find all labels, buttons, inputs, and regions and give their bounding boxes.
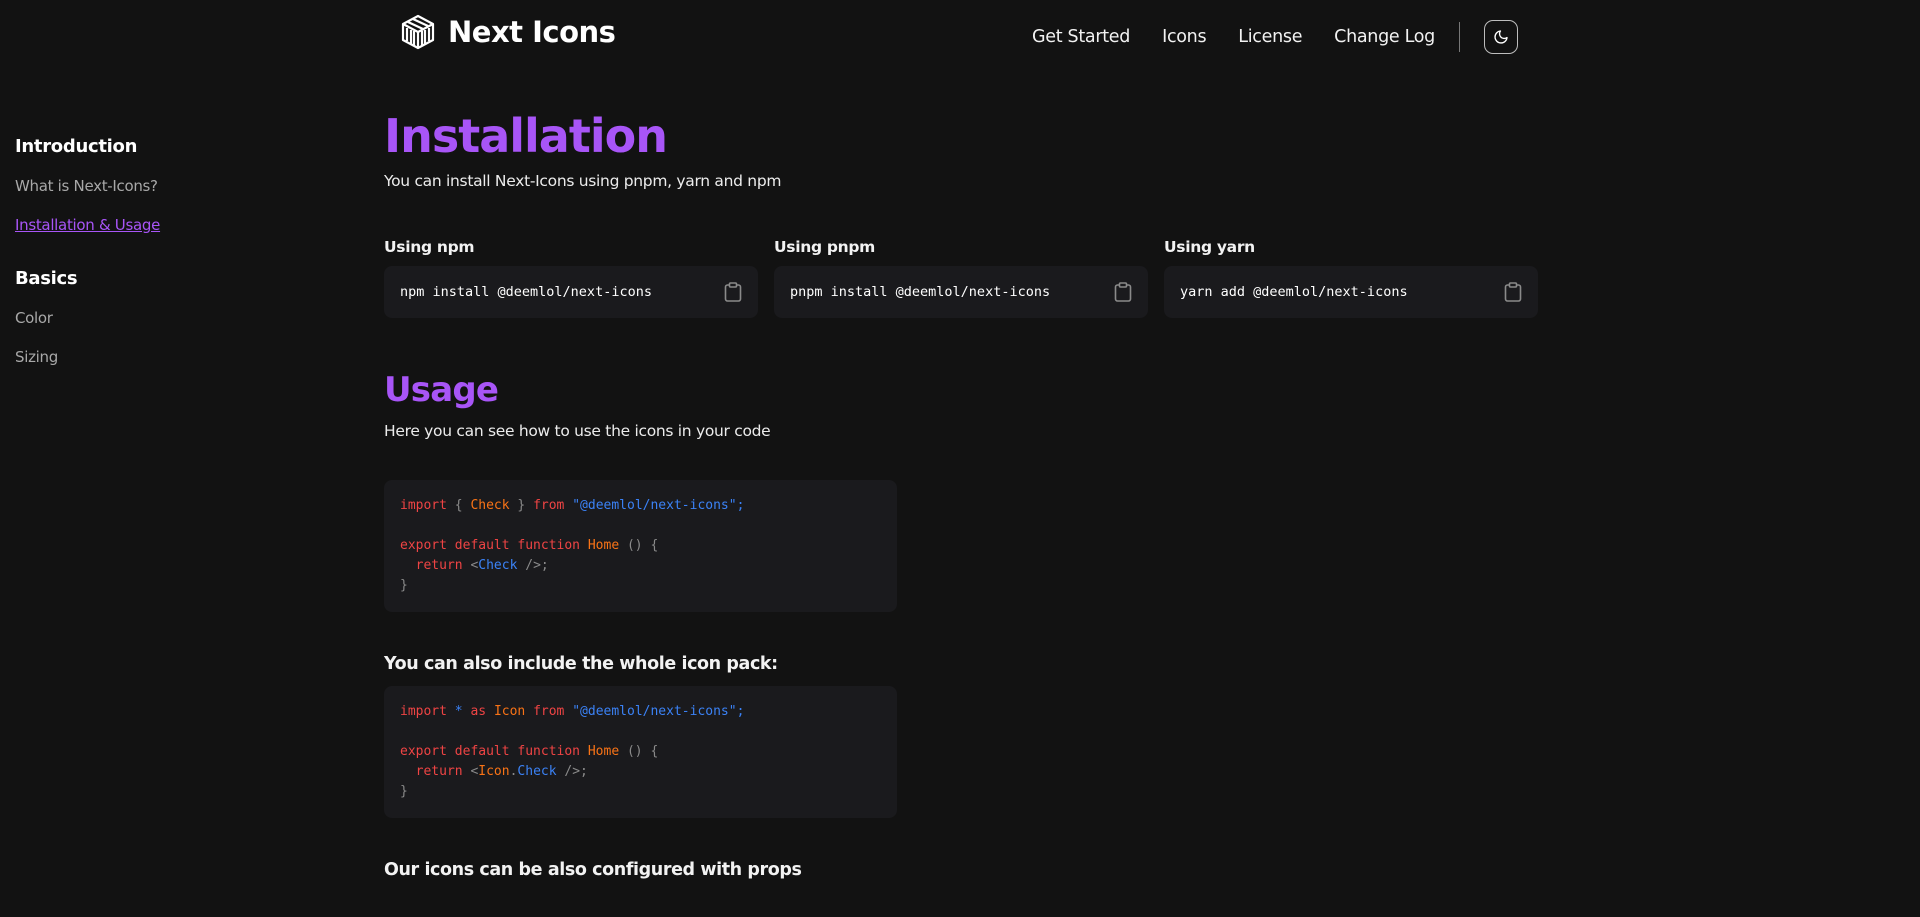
sidebar-item-sizing[interactable]: Sizing	[15, 348, 255, 366]
props-title: Our icons can be also configured with pr…	[384, 860, 802, 880]
code-block-named-import[interactable]: import { Check } from "@deemlol/next-ico…	[384, 480, 897, 612]
nav-divider	[1459, 22, 1460, 52]
top-header: Next Icons Get Started Icons License Cha…	[0, 0, 1920, 66]
docs-sidebar: Introduction What is Next-Icons? Install…	[15, 136, 255, 387]
command-text[interactable]: pnpm install @deemlol/next-icons	[790, 284, 1050, 300]
clipboard-icon[interactable]	[724, 282, 742, 302]
theme-toggle-button[interactable]	[1484, 20, 1518, 54]
install-label: Using yarn	[1164, 238, 1255, 256]
install-pnpm: Using pnpm pnpm install @deemlol/next-ic…	[774, 238, 1148, 318]
icon-pack-title: You can also include the whole icon pack…	[384, 654, 778, 674]
usage-lead: Here you can see how to use the icons in…	[384, 422, 771, 440]
main-content: Installation You can install Next-Icons …	[384, 108, 1540, 880]
nav-license[interactable]: License	[1238, 27, 1302, 47]
install-options: Using npm npm install @deemlol/next-icon…	[384, 238, 1540, 318]
page-lead: You can install Next-Icons using pnpm, y…	[384, 172, 782, 190]
install-label: Using npm	[384, 238, 475, 256]
moon-icon	[1494, 30, 1508, 44]
command-box: yarn add @deemlol/next-icons	[1164, 266, 1538, 318]
nav-get-started[interactable]: Get Started	[1032, 27, 1130, 47]
usage-title: Usage	[384, 370, 499, 410]
brand-logo[interactable]: Next Icons	[400, 14, 616, 50]
install-yarn: Using yarn yarn add @deemlol/next-icons	[1164, 238, 1538, 318]
command-text[interactable]: yarn add @deemlol/next-icons	[1180, 284, 1408, 300]
sidebar-heading-basics: Basics	[15, 268, 78, 289]
install-npm: Using npm npm install @deemlol/next-icon…	[384, 238, 758, 318]
code-block-namespace-import[interactable]: import * as Icon from "@deemlol/next-ico…	[384, 686, 897, 818]
cube-logo-icon	[401, 14, 435, 50]
sidebar-item-installation-usage[interactable]: Installation & Usage	[15, 216, 255, 234]
nav-change-log[interactable]: Change Log	[1334, 27, 1435, 47]
page-title: Installation	[384, 109, 668, 163]
top-nav: Get Started Icons License Change Log	[1032, 20, 1518, 54]
command-box: npm install @deemlol/next-icons	[384, 266, 758, 318]
sidebar-heading-introduction: Introduction	[15, 136, 138, 157]
command-text[interactable]: npm install @deemlol/next-icons	[400, 284, 652, 300]
brand-name: Next Icons	[448, 15, 616, 49]
install-label: Using pnpm	[774, 238, 876, 256]
command-box: pnpm install @deemlol/next-icons	[774, 266, 1148, 318]
sidebar-item-color[interactable]: Color	[15, 309, 255, 327]
nav-icons[interactable]: Icons	[1162, 27, 1207, 47]
sidebar-item-what-is[interactable]: What is Next-Icons?	[15, 177, 255, 195]
clipboard-icon[interactable]	[1504, 282, 1522, 302]
clipboard-icon[interactable]	[1114, 282, 1132, 302]
